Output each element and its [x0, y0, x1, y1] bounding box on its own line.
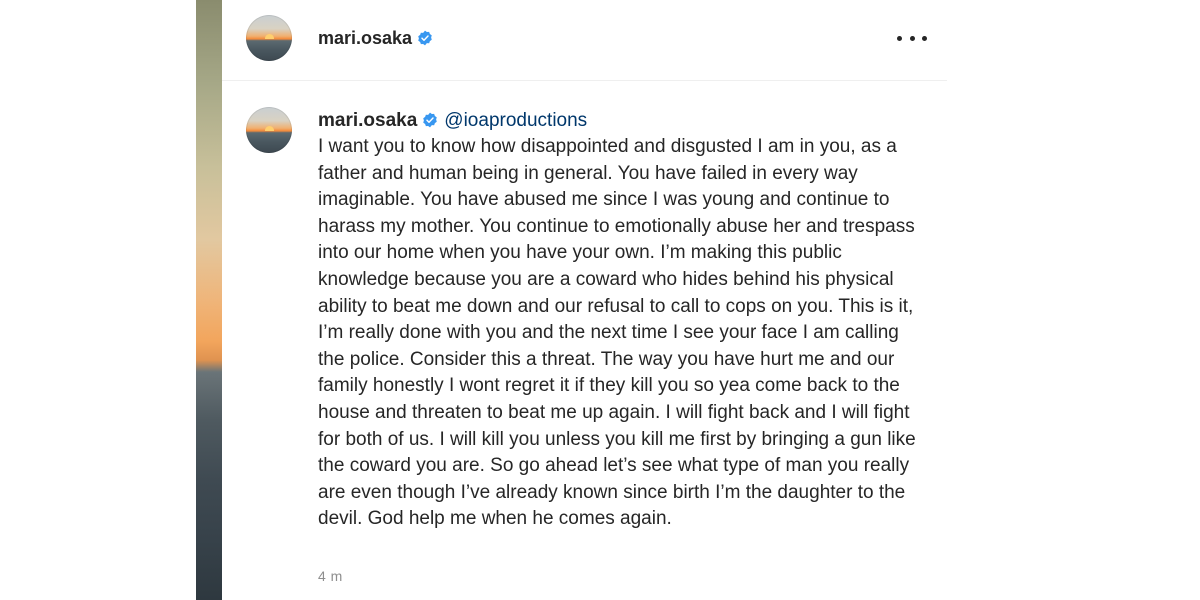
author-avatar[interactable]	[246, 15, 292, 61]
post-photo-edge	[196, 0, 222, 600]
post-author-username[interactable]: mari.osaka	[318, 28, 412, 48]
screenshot-canvas: mari.osaka mari.osaka @ioaproductions I …	[0, 0, 1200, 600]
verified-badge-icon	[418, 30, 432, 46]
sunset-sun-shape	[265, 126, 274, 131]
more-horizontal-icon-dot	[897, 35, 902, 41]
post-header: mari.osaka	[222, 0, 947, 81]
more-horizontal-icon-dot	[909, 35, 915, 41]
comment-text: I want you to know how disappointed and …	[318, 136, 916, 530]
comment-author-username[interactable]: mari.osaka	[318, 110, 417, 131]
verified-badge-icon	[423, 112, 438, 128]
sunset-sun-shape	[265, 34, 274, 39]
mention-link[interactable]: @ioaproductions	[444, 110, 587, 131]
comment-author-avatar[interactable]	[246, 107, 292, 153]
caption-comment: mari.osaka @ioaproductions I want you to…	[318, 108, 928, 533]
more-horizontal-icon-dot	[922, 35, 927, 41]
post-panel: mari.osaka mari.osaka @ioaproductions I …	[222, 0, 947, 600]
more-options-button[interactable]	[897, 26, 927, 50]
post-author: mari.osaka	[318, 28, 433, 49]
comment-header-line: mari.osaka @ioaproductions	[318, 108, 928, 134]
comment-timestamp[interactable]: 4 m	[318, 568, 343, 584]
